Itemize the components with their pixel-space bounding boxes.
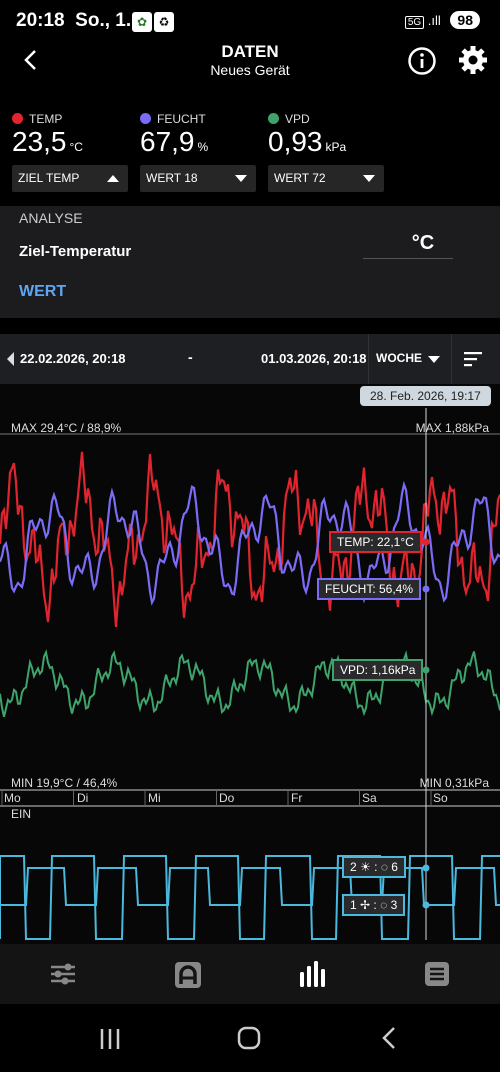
cycle-icon: ◌ [380, 898, 388, 912]
range-to[interactable]: 01.03.2026, 20:18 [261, 351, 367, 366]
battery-badge: 98 [450, 11, 480, 29]
vpd-dropdown-label: WERT 72 [274, 171, 326, 185]
bottom-nav [0, 944, 500, 1004]
day-label: So [433, 791, 448, 805]
device-2-prefix: 1 [350, 898, 357, 912]
period-label: WOCHE [376, 351, 422, 365]
max-left-label: MAX 29,4°C / 88,9% [11, 421, 122, 435]
vpd-check-icon [268, 113, 279, 124]
recents-icon[interactable] [99, 1028, 121, 1050]
device-2-tooltip: 1 ✢ : ◌ 3 [342, 894, 406, 916]
mode-a-icon[interactable] [174, 961, 202, 989]
target-temperature-label: Ziel-Temperatur [19, 243, 132, 260]
sensor-vpd: VPD 0,93 kPa [268, 112, 346, 158]
analyse-label: ANALYSE [19, 210, 83, 226]
history-chart [0, 408, 500, 940]
min-right-label: MIN 0,31kPa [419, 776, 489, 790]
sensor-temp: TEMP 23,5 °C [12, 112, 83, 158]
home-icon[interactable] [237, 1026, 261, 1050]
on-label: EIN [11, 807, 32, 821]
status-bar: 20:18 So., 1. ✿ ♻ 5G .ıll 98 [0, 0, 500, 44]
network-icon: 5G [404, 16, 425, 29]
temp-dropdown-label: ZIEL TEMP [18, 171, 80, 185]
device-2-value: 3 [390, 898, 398, 912]
device-1-cursor-dot [422, 864, 430, 872]
feucht-check-icon [140, 113, 151, 124]
status-time: 20:18 So., 1. [16, 10, 132, 31]
day-label: Fr [291, 791, 303, 805]
gear-icon [459, 46, 487, 74]
vpd-dropdown[interactable]: WERT 72 [268, 165, 384, 192]
feucht-tooltip: FEUCHT: 56,4% [317, 578, 422, 600]
feucht-unit: % [197, 140, 209, 154]
caret-up-icon [107, 175, 119, 182]
device-2-series-line [0, 867, 500, 906]
back-nav-icon[interactable] [381, 1026, 397, 1050]
vpd-value: 0,93 [268, 126, 323, 157]
sun-icon: ☀ [360, 860, 371, 874]
device-1-value: 6 [391, 860, 398, 874]
vpd-tooltip: VPD: 1,16kPa [332, 659, 424, 681]
feucht-cursor-dot [422, 585, 430, 593]
value-button[interactable]: WERT [19, 283, 66, 301]
cursor-time-label: 28. Feb. 2026, 19:17 [360, 386, 491, 406]
temp-tooltip: TEMP: 22,1°C [329, 531, 422, 553]
info-button[interactable] [407, 46, 437, 81]
settings-button[interactable] [458, 45, 488, 80]
status-right: 5G .ıll 98 [404, 11, 480, 29]
caret-down-icon [363, 175, 375, 182]
sensor-feucht: FEUCHT 67,9% [140, 112, 208, 158]
list-icon[interactable] [424, 961, 450, 987]
max-right-label: MAX 1,88kPa [415, 421, 489, 435]
sort-icon[interactable] [463, 351, 483, 367]
app-notification-icon: ✿ [132, 12, 152, 32]
temp-dropdown[interactable]: ZIEL TEMP [12, 165, 128, 192]
date-range-bar: 22.02.2026, 20:18 - 01.03.2026, 20:18 WO… [0, 334, 500, 384]
vpd-label: VPD [285, 112, 310, 126]
day-label: Do [219, 791, 235, 805]
temp-label: TEMP [29, 112, 63, 126]
signal-icon: .ıll [427, 13, 441, 28]
fan-icon: ✢ [360, 898, 371, 912]
day-label: Sa [362, 791, 377, 805]
feucht-dropdown[interactable]: WERT 18 [140, 165, 256, 192]
min-left-label: MIN 19,9°C / 46,4% [11, 776, 118, 790]
system-nav-bar [0, 1004, 500, 1072]
feucht-value: 67,9 [140, 126, 195, 157]
device-1-prefix: 2 [350, 860, 357, 874]
caret-down-icon [428, 356, 440, 363]
feucht-dropdown-label: WERT 18 [146, 171, 198, 185]
range-separator: - [188, 349, 193, 365]
vpd-cursor-dot [422, 666, 430, 674]
cycle-icon: ◌ [380, 860, 388, 874]
feucht-label: FEUCHT [157, 112, 206, 126]
period-dropdown[interactable]: WOCHE [368, 334, 452, 384]
vpd-unit: kPa [325, 140, 347, 154]
temp-check-icon [12, 113, 23, 124]
bar-chart-icon[interactable] [299, 960, 327, 988]
range-from[interactable]: 22.02.2026, 20:18 [20, 351, 126, 366]
info-icon [408, 47, 436, 75]
analyse-panel: ANALYSE Ziel-Temperatur °C WERT [0, 206, 500, 318]
app-notification-icon-2: ♻ [154, 12, 174, 32]
day-label: Di [77, 791, 89, 805]
day-label: Mi [148, 791, 161, 805]
temp-cursor-dot [422, 538, 430, 546]
temp-value: 23,5 [12, 126, 67, 157]
chart-area[interactable]: 28. Feb. 2026, 19:17 MAX 29,4°C / 88,9% … [0, 384, 500, 944]
target-temperature-input[interactable]: °C [363, 232, 453, 259]
day-label: Mo [4, 791, 21, 805]
device-2-cursor-dot [422, 901, 430, 909]
caret-left-icon[interactable] [6, 351, 16, 367]
sliders-icon[interactable] [50, 962, 76, 986]
device-1-tooltip: 2 ☀ : ◌ 6 [342, 856, 406, 878]
caret-down-icon [235, 175, 247, 182]
vpd-series-line [0, 649, 500, 718]
temp-unit: °C [69, 140, 83, 154]
